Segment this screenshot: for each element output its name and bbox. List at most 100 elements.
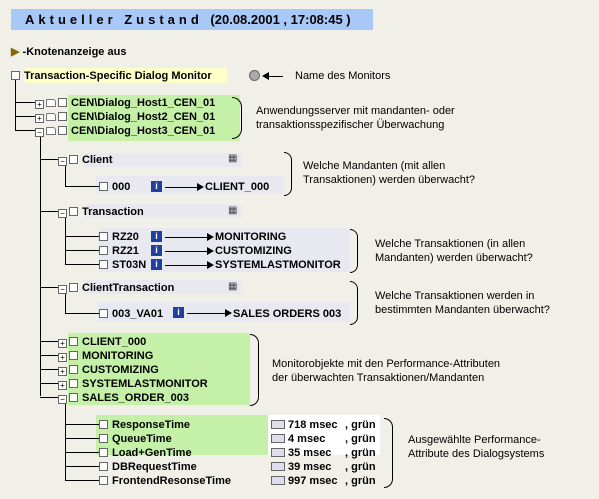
folder-icon <box>46 99 56 107</box>
annotation-client-2: Transaktionen) werden überwacht? <box>303 174 476 186</box>
transaction-node[interactable]: − Transaction <box>58 205 144 219</box>
tree-structure-icon: ▦ <box>228 153 238 164</box>
collapse-icon[interactable]: − <box>58 157 67 166</box>
checkbox[interactable] <box>99 232 108 241</box>
checkbox[interactable] <box>99 448 108 457</box>
checkbox[interactable] <box>99 476 108 485</box>
attribute-status: , grün <box>345 475 376 487</box>
checkbox[interactable] <box>99 462 108 471</box>
server-node-2[interactable]: + CEN\Dialog_Host2_CEN_01 <box>35 110 215 124</box>
attribute-name: FrontendResonseTime <box>112 475 231 487</box>
attribute-value-text: 718 msec <box>288 419 338 431</box>
attribute-value-text: 35 msec <box>288 447 332 459</box>
page-title: Aktueller Zustand (20.08.2001 , 17:08:45… <box>11 9 373 30</box>
server-node-1[interactable]: + CEN\Dialog_Host1_CEN_01 <box>35 96 215 110</box>
checkbox[interactable] <box>69 337 78 346</box>
info-icon[interactable]: i <box>151 245 162 256</box>
checkbox[interactable] <box>69 351 78 360</box>
attribute-node[interactable]: DBRequestTime <box>99 460 197 474</box>
attribute-node[interactable]: ResponseTime <box>99 418 190 432</box>
info-icon[interactable]: i <box>151 259 162 270</box>
chart-icon <box>271 462 285 471</box>
info-icon[interactable]: i <box>151 181 162 192</box>
client-transaction-item[interactable]: 003_VA01 <box>99 307 163 321</box>
expand-icon[interactable]: + <box>58 353 67 362</box>
expand-icon[interactable]: + <box>35 100 44 109</box>
client-transaction-target: SALES ORDERS 003 <box>233 308 342 320</box>
checkbox[interactable] <box>99 260 108 269</box>
attribute-name: Load+GenTime <box>112 447 192 459</box>
attribute-value: 4 msec <box>271 432 325 446</box>
annotation-transaction-1: Welche Transaktionen (in allen <box>375 238 526 250</box>
checkbox[interactable] <box>58 98 67 107</box>
annotation-client-transaction-1: Welche Transaktionen werden in <box>375 290 535 302</box>
checkbox[interactable] <box>69 155 78 164</box>
chart-icon <box>271 420 285 429</box>
folder-icon <box>46 127 56 135</box>
collapse-icon[interactable]: − <box>58 395 67 404</box>
checkbox[interactable] <box>69 283 78 292</box>
transaction-item[interactable]: RZ20 <box>99 230 139 244</box>
attribute-name: ResponseTime <box>112 419 191 431</box>
annotation-transaction-2: Mandanten) werden überwacht? <box>375 252 533 264</box>
collapse-icon[interactable]: − <box>58 209 67 218</box>
annotation-root: Name des Monitors <box>295 70 391 82</box>
checkbox[interactable] <box>69 379 78 388</box>
node-display-label: -Knotenanzeige aus <box>22 46 127 58</box>
attribute-node[interactable]: QueueTime <box>99 432 172 446</box>
monitor-object-label: CLIENT_000 <box>82 336 147 348</box>
root-node[interactable]: Transaction-Specific Dialog Monitor <box>11 69 212 83</box>
monitor-object[interactable]: + CUSTOMIZING <box>58 363 159 377</box>
expand-icon[interactable]: + <box>58 367 67 376</box>
tree-toggle-icon: ▶ <box>11 46 20 58</box>
server-node-3[interactable]: − CEN\Dialog_Host3_CEN_01 <box>35 124 215 138</box>
chart-icon <box>271 448 285 457</box>
attribute-node[interactable]: FrontendResonseTime <box>99 474 231 488</box>
client-transaction-item-label: 003_VA01 <box>112 308 164 320</box>
client-target: CLIENT_000 <box>205 181 270 193</box>
checkbox[interactable] <box>99 309 108 318</box>
checkbox[interactable] <box>69 393 78 402</box>
checkbox[interactable] <box>99 246 108 255</box>
checkbox[interactable] <box>99 434 108 443</box>
annotation-attributes-1: Ausgewählte Performance- <box>408 434 541 446</box>
monitor-object-label: SYSTEMLASTMONITOR <box>82 378 208 390</box>
monitor-object[interactable]: − SALES_ORDER_003 <box>58 391 189 405</box>
tree-structure-icon: ▦ <box>228 205 238 216</box>
node-display-toggle[interactable]: ▶ -Knotenanzeige aus <box>11 45 126 59</box>
monitor-object[interactable]: + MONITORING <box>58 349 153 363</box>
attribute-name: DBRequestTime <box>112 461 197 473</box>
checkbox[interactable] <box>58 112 67 121</box>
attribute-status: , grün <box>345 447 376 459</box>
collapse-icon[interactable]: − <box>35 128 44 137</box>
client-label: Client <box>82 154 113 166</box>
monitor-object[interactable]: + CLIENT_000 <box>58 335 146 349</box>
collapse-icon[interactable]: − <box>58 285 67 294</box>
expand-icon[interactable]: + <box>58 339 67 348</box>
checkbox[interactable] <box>99 182 108 191</box>
checkbox[interactable] <box>11 71 20 80</box>
transaction-code: ST03N <box>112 259 147 271</box>
attribute-node[interactable]: Load+GenTime <box>99 446 192 460</box>
client-item[interactable]: 000 <box>99 180 130 194</box>
expand-icon[interactable]: + <box>58 381 67 390</box>
checkbox[interactable] <box>69 207 78 216</box>
monitor-object[interactable]: + SYSTEMLASTMONITOR <box>58 377 208 391</box>
attribute-value: 35 msec <box>271 446 331 460</box>
info-icon[interactable]: i <box>151 231 162 242</box>
root-label: Transaction-Specific Dialog Monitor <box>24 70 212 82</box>
client-node[interactable]: − Client <box>58 153 113 167</box>
info-icon[interactable]: i <box>173 307 184 318</box>
attribute-value-text: 4 msec <box>288 433 326 445</box>
transaction-item[interactable]: ST03N <box>99 258 146 272</box>
checkbox[interactable] <box>99 420 108 429</box>
client-transaction-node[interactable]: − ClientTransaction <box>58 281 174 295</box>
attribute-value: 718 msec <box>271 418 338 432</box>
transaction-item[interactable]: RZ21 <box>99 244 139 258</box>
annotation-servers-1: Anwendungsserver mit mandanten- oder <box>256 105 455 117</box>
checkbox[interactable] <box>69 365 78 374</box>
monitor-object-label: SALES_ORDER_003 <box>82 392 189 404</box>
checkbox[interactable] <box>58 126 67 135</box>
expand-icon[interactable]: + <box>35 114 44 123</box>
status-icon <box>249 70 260 81</box>
